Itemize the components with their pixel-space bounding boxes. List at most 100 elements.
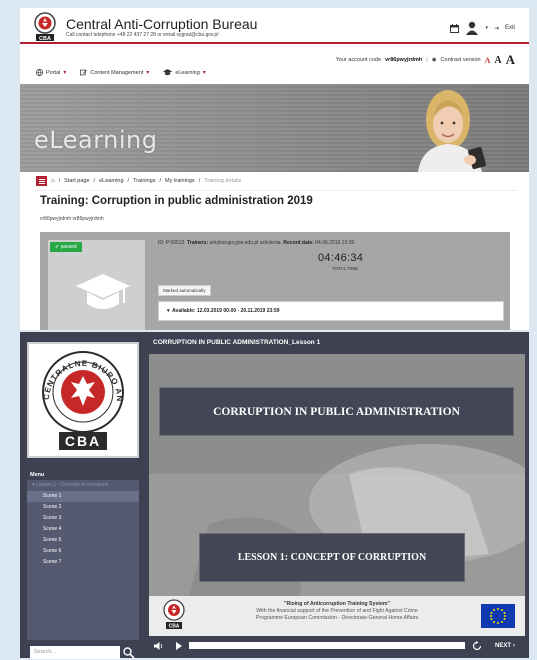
menu-scene-4[interactable]: Scene 4 (27, 524, 139, 535)
player-title: CORRUPTION IN PUBLIC ADMINISTRATION_Less… (153, 339, 321, 346)
home-icon[interactable]: ⌂ (51, 178, 55, 184)
menu-lesson-item[interactable]: ▾ Lesson 1 - Concept of corruption (27, 480, 139, 491)
training-thumbnail (48, 240, 145, 330)
cba-footer-logo: CBA (163, 599, 185, 630)
logo-text: CBA (39, 36, 51, 42)
logout-link[interactable]: Exit (505, 25, 515, 31)
cba-seal-icon: CENTRALNE BIURO ANTYKORUPCYJNE CBA (25, 337, 124, 450)
funding-line-3: Programme European Commission - Director… (255, 615, 419, 621)
separator: / (127, 178, 130, 184)
search-input[interactable]: Search... (30, 646, 120, 659)
font-size-small-button[interactable]: A (485, 56, 491, 65)
caret-down-icon: ▾ (32, 482, 35, 488)
search-icon[interactable] (122, 646, 136, 659)
breadcrumb-my-trainings[interactable]: My trainings (165, 178, 195, 184)
separator: / (198, 178, 201, 184)
training-user: vr86pwyjrdmh vr86pwyjrdmh (40, 216, 104, 222)
funding-footer: CBA "Rising of Anticorruption Training S… (149, 596, 525, 636)
funding-text: "Rising of Anticorruption Training Syste… (197, 601, 477, 622)
funding-line-1: "Rising of Anticorruption Training Syste… (284, 601, 390, 607)
calendar-icon[interactable] (450, 23, 460, 33)
top-nav: Portal ▾ Content Management ▾ eLearning … (36, 69, 206, 76)
breadcrumb: ⌂ / Start page / eLearning / Trainings /… (36, 176, 241, 186)
graduation-cap-icon (76, 274, 130, 309)
slide-title: CORRUPTION IN PUBLIC ADMINISTRATION (159, 387, 514, 436)
record-date-value: 04.06.2019 13:39 (315, 240, 355, 246)
cba-logo-icon[interactable]: CBA (32, 12, 58, 42)
font-size-medium-button[interactable]: A (494, 55, 501, 66)
portal-panel: CBA Central Anti-Corruption Bureau Call … (20, 8, 529, 330)
hero-banner: eLearning (20, 84, 529, 172)
footer-logo-text: CBA (169, 624, 180, 630)
check-icon: ✔ (55, 244, 60, 250)
breadcrumb-elearning[interactable]: eLearning (99, 178, 123, 184)
player-controls: NEXT › (149, 638, 525, 654)
play-icon[interactable] (175, 642, 183, 650)
nav-item-label: Content Management (90, 69, 144, 76)
menu-scene-6[interactable]: Scene 6 (27, 546, 139, 557)
next-button-label: NEXT (494, 642, 511, 649)
account-bar: Your account code vr86pwyjrdmh | ◉ Contr… (336, 52, 515, 68)
seal-logo-text: CBA (65, 433, 101, 449)
next-button[interactable]: NEXT › (487, 639, 523, 652)
training-card: Training: Corruption in public administr… (34, 190, 517, 330)
chevron-right-icon: › (513, 642, 515, 649)
globe-icon (36, 69, 43, 76)
id-label: ID: (158, 240, 165, 246)
total-time-value: 04:46:34 (318, 252, 364, 264)
menu-scene-3[interactable]: Scene 3 (27, 513, 139, 524)
menu-scene-1[interactable]: Scene 1 (27, 491, 139, 502)
chevron-down-icon: ▾ (202, 70, 206, 76)
nav-item-content-management[interactable]: Content Management ▾ (80, 69, 149, 76)
separator: | (426, 57, 428, 63)
portal-header: CBA Central Anti-Corruption Bureau Call … (20, 8, 529, 44)
nav-item-portal[interactable]: Portal ▾ (36, 69, 66, 76)
logout-icon[interactable]: ⇥ (494, 25, 499, 32)
chevron-down-icon: ▾ (146, 70, 150, 76)
menu-tab[interactable]: Menu (27, 470, 55, 480)
caret-down-icon: ▾ (167, 308, 170, 314)
user-dropdown-caret-icon[interactable]: ▾ (485, 25, 488, 31)
id-value: P 00513 (165, 240, 185, 246)
replay-icon[interactable] (472, 641, 482, 651)
trainers-value: antykorupcyjne.edu.pl szkolenia (209, 240, 281, 246)
volume-icon[interactable] (153, 641, 163, 651)
chevron-down-icon: ▾ (63, 70, 67, 76)
slide-stage: CORRUPTION IN PUBLIC ADMINISTRATION LESS… (149, 354, 525, 636)
availability-panel[interactable]: ▾ Available: 12.03.2019 00:00 - 20.11.20… (158, 301, 504, 321)
menu-scene-2[interactable]: Scene 2 (27, 502, 139, 513)
hamburger-menu-button[interactable] (36, 176, 47, 186)
account-prefix: Your account code (335, 57, 381, 63)
player-sidebar: CENTRALNE BIURO ANTYKORUPCYJNE CBA Menu … (25, 337, 139, 659)
progress-bar[interactable] (189, 642, 465, 649)
account-code: vr86pwyjrdmh (385, 57, 423, 63)
contrast-icon[interactable]: ◉ (432, 57, 437, 63)
nav-item-elearning[interactable]: eLearning ▾ (163, 69, 206, 76)
brand-name: Central Anti-Corruption Bureau (66, 16, 258, 32)
marked-automatically-badge: Marked automatically (158, 285, 211, 296)
hero-title: eLearning (34, 126, 158, 154)
breadcrumb-start-page[interactable]: Start page (64, 178, 89, 184)
training-title: Training: Corruption in public administr… (40, 195, 313, 207)
cba-seal-logo: CENTRALNE BIURO ANTYKORUPCYJNE CBA (25, 337, 139, 458)
breadcrumb-trainings[interactable]: Trainings (133, 178, 155, 184)
contrast-toggle[interactable]: Contrast version (441, 57, 481, 63)
brand-contact: Call contact telephone +48 22 437 27 28 … (66, 32, 219, 38)
record-date-label: Record date: (283, 240, 314, 246)
font-size-large-button[interactable]: A (506, 52, 515, 68)
hero-person-image (418, 90, 486, 172)
menu-scene-7[interactable]: Scene 7 (27, 557, 139, 568)
nav-item-label: Portal (46, 69, 61, 76)
training-details-box: ✔ passed ID: P 00513 Trainers: antykorup… (40, 232, 510, 330)
menu-scene-5[interactable]: Scene 5 (27, 535, 139, 546)
training-meta: ID: P 00513 Trainers: antykorupcyjne.edu… (158, 240, 354, 246)
edit-icon (80, 69, 88, 76)
user-icon[interactable] (465, 21, 479, 35)
separator: / (58, 178, 61, 184)
nav-item-label: eLearning (175, 69, 200, 76)
total-time-label: TOTAL TIME (332, 266, 358, 271)
separator: / (159, 178, 162, 184)
slide-lesson-title: LESSON 1: CONCEPT OF CORRUPTION (199, 533, 465, 582)
separator: / (93, 178, 96, 184)
breadcrumb-current: Training details (204, 178, 242, 184)
